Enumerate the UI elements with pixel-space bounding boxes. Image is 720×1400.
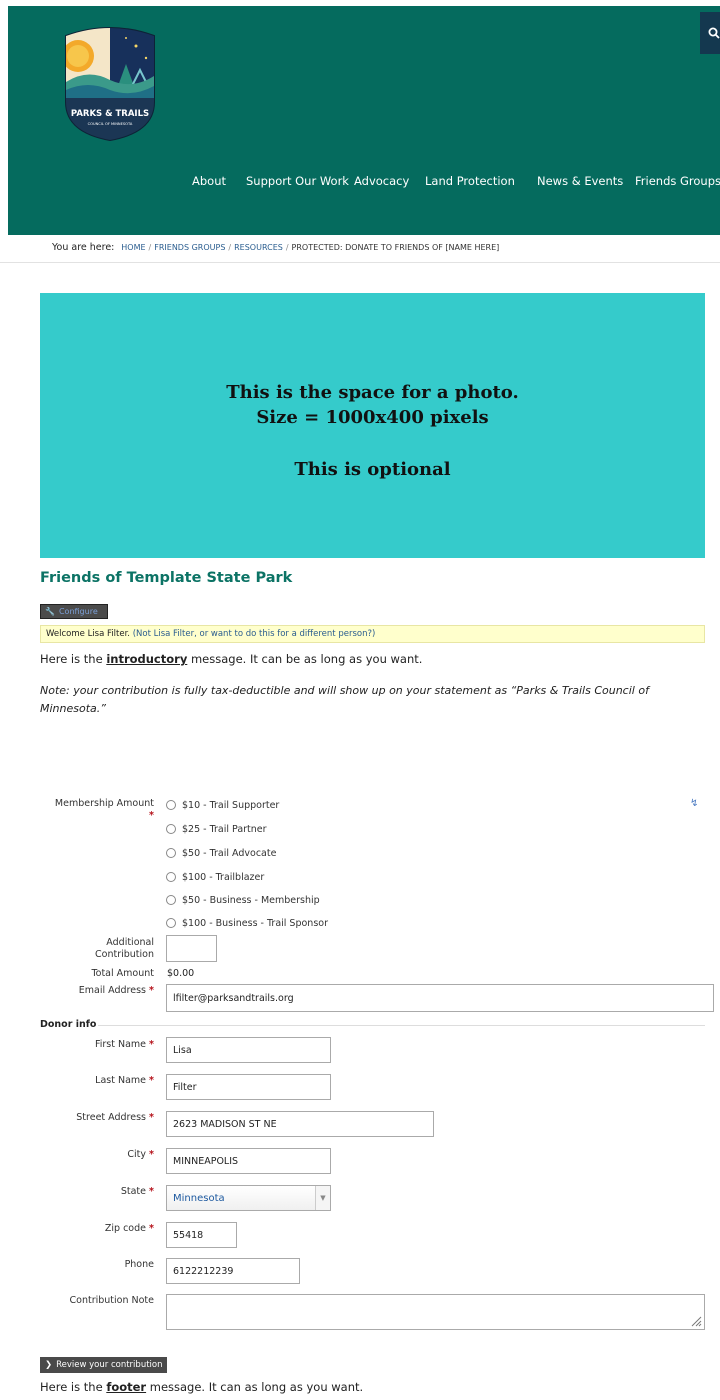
breadcrumb-label: You are here:: [52, 242, 115, 253]
membership-option[interactable]: $50 - Business - Membership: [166, 892, 320, 908]
radio-button[interactable]: [166, 895, 176, 905]
radio-button[interactable]: [166, 800, 176, 810]
membership-option[interactable]: $50 - Trail Advocate: [166, 845, 276, 861]
radio-button[interactable]: [166, 848, 176, 858]
hero-line-1: This is the space for a photo.: [226, 382, 519, 403]
search-button[interactable]: [700, 12, 720, 54]
city-label: City *: [127, 1149, 154, 1160]
intro-message: Here is the introductory message. It can…: [40, 652, 423, 666]
membership-amount-label: Membership Amount *: [54, 798, 154, 821]
parks-trails-logo[interactable]: PARKS & TRAILS COUNCIL OF MINNESOTA: [56, 24, 164, 142]
city-input[interactable]: MINNEAPOLIS: [166, 1148, 331, 1174]
chevron-down-icon[interactable]: ▼: [315, 1186, 330, 1210]
footer-message: Here is the footer message. It can as lo…: [40, 1380, 364, 1394]
radio-button[interactable]: [166, 918, 176, 928]
logo-wordmark: PARKS & TRAILS: [71, 109, 149, 119]
membership-option[interactable]: $10 - Trail Supporter: [166, 797, 279, 813]
hero-line-3: This is optional: [294, 459, 451, 480]
nav-friends-groups[interactable]: Friends Groups: [635, 174, 720, 188]
hero-line-2: Size = 1000x400 pixels: [256, 407, 489, 428]
nav-land-protection[interactable]: Land Protection: [425, 174, 515, 188]
radio-button[interactable]: [166, 824, 176, 834]
membership-option[interactable]: $100 - Trailblazer: [166, 869, 264, 885]
nav-advocacy[interactable]: Advocacy: [354, 174, 409, 188]
wrench-icon[interactable]: ↯: [690, 798, 698, 809]
state-select[interactable]: Minnesota ▼: [166, 1185, 331, 1211]
breadcrumb-current: PROTECTED: DONATE TO FRIENDS OF [NAME HE…: [291, 243, 500, 252]
tax-note: Note: your contribution is fully tax-ded…: [40, 684, 649, 715]
zip-code-input[interactable]: 55418: [166, 1222, 237, 1248]
membership-option[interactable]: $25 - Trail Partner: [166, 821, 267, 837]
state-label: State *: [120, 1186, 154, 1197]
wrench-icon: 🔧: [45, 607, 55, 616]
configure-button[interactable]: 🔧 Configure: [40, 604, 108, 619]
nav-support-our-work[interactable]: Support Our Work: [246, 174, 349, 188]
search-icon: [708, 27, 720, 39]
street-address-label: Street Address *: [76, 1112, 154, 1123]
first-name-label: First Name *: [94, 1039, 154, 1050]
additional-contribution-input[interactable]: [166, 935, 217, 962]
state-selected-value: Minnesota: [173, 1192, 225, 1204]
main-nav: About Support Our Work Advocacy Land Pro…: [8, 174, 720, 194]
welcome-text: Welcome Lisa Filter.: [46, 629, 130, 639]
configure-label: Configure: [58, 607, 98, 616]
phone-input[interactable]: 6122212239: [166, 1258, 300, 1284]
breadcrumb-friends-groups[interactable]: FRIENDS GROUPS: [154, 243, 225, 252]
logo-subtext: COUNCIL OF MINNESOTA: [88, 122, 133, 126]
resize-grip-icon[interactable]: [690, 1315, 702, 1327]
radio-button[interactable]: [166, 872, 176, 882]
phone-label: Phone: [124, 1259, 154, 1270]
street-address-input[interactable]: 2623 MADISON ST NE: [166, 1111, 434, 1137]
donor-info-divider: [98, 1025, 705, 1026]
nav-about[interactable]: About: [192, 174, 226, 188]
nav-news-events[interactable]: News & Events: [537, 174, 623, 188]
contribution-note-textarea[interactable]: [166, 1294, 705, 1330]
contribution-note-label: Contribution Note: [69, 1295, 155, 1306]
donor-info-legend: Donor info: [40, 1019, 97, 1030]
footer-emphasis: footer: [106, 1380, 147, 1394]
page-title: Friends of Template State Park: [40, 570, 293, 586]
breadcrumb: You are here: HOME / FRIENDS GROUPS / RESOUR…: [52, 242, 500, 253]
chevron-right-icon: ❯: [45, 1360, 53, 1370]
intro-emphasis: introductory: [106, 652, 188, 666]
last-name-label: Last Name *: [95, 1075, 154, 1086]
total-amount-label: Total Amount: [91, 968, 154, 979]
welcome-bar: Welcome Lisa Filter. (Not Lisa Filter, o…: [40, 625, 705, 643]
breadcrumb-resources[interactable]: RESOURCES: [234, 243, 283, 252]
total-amount-value: $0.00: [167, 968, 195, 979]
first-name-input[interactable]: Lisa: [166, 1037, 331, 1063]
review-button-label: Review your contribution: [56, 1360, 163, 1370]
site-header: PARKS & TRAILS COUNCIL OF MINNESOTA Abou…: [8, 6, 720, 235]
zip-code-label: Zip code *: [104, 1223, 154, 1234]
not-you-link[interactable]: (Not Lisa Filter, or want to do this for…: [133, 629, 376, 639]
email-input[interactable]: lfilter@parksandtrails.org: [166, 984, 714, 1012]
last-name-input[interactable]: Filter: [166, 1074, 331, 1100]
breadcrumb-divider: [0, 262, 720, 263]
review-contribution-button[interactable]: ❯ Review your contribution: [40, 1357, 167, 1373]
additional-contribution-label: Additional Contribution: [95, 937, 154, 960]
email-label: Email Address *: [78, 985, 154, 996]
breadcrumb-home[interactable]: HOME: [121, 243, 145, 252]
hero-photo-placeholder: This is the space for a photo. Size = 10…: [40, 293, 705, 558]
membership-option[interactable]: $100 - Business - Trail Sponsor: [166, 915, 328, 931]
